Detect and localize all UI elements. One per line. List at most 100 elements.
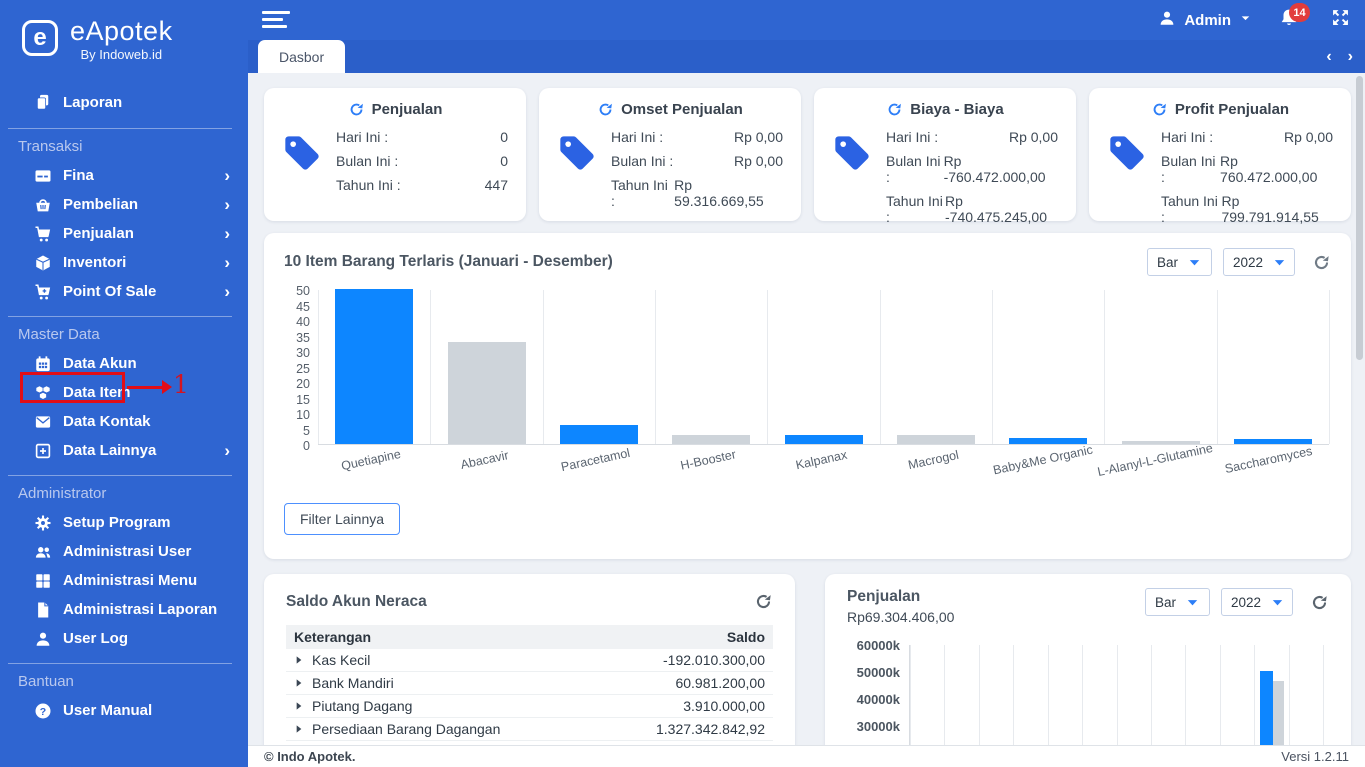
tab-strip: Dasbor ‹ › (248, 40, 1365, 73)
vertical-scrollbar[interactable] (1356, 76, 1363, 360)
sidebar-item-label: Administrasi User (63, 543, 192, 560)
table-row[interactable]: Bank Mandiri 60.981.200,00 (286, 671, 773, 695)
refresh-icon[interactable] (1151, 101, 1168, 118)
refresh-icon[interactable] (1312, 253, 1331, 272)
sidebar-item-label: Administrasi Menu (63, 572, 198, 589)
sidebar-item-laporan[interactable]: Laporan (0, 86, 248, 118)
chart-type-select[interactable]: Bar (1146, 248, 1212, 276)
fullscreen-icon[interactable] (1330, 7, 1351, 33)
sales-bar[interactable] (1273, 681, 1285, 745)
gridline (992, 290, 993, 444)
y-axis-tick: 30 (296, 346, 310, 360)
stat-row-value: 447 (484, 177, 508, 193)
bar-paracetamol[interactable] (559, 425, 638, 444)
expand-row-icon[interactable] (294, 652, 304, 668)
sidebar-divider (8, 663, 232, 664)
top-items-chart-panel: 10 Item Barang Terlaris (Januari - Desem… (264, 233, 1351, 559)
notifications-button[interactable]: 14 (1278, 3, 1310, 33)
chevron-right-icon: › (224, 252, 230, 272)
sidebar-item-penjualan[interactable]: Penjualan › (0, 219, 248, 248)
calendar-icon (34, 355, 52, 373)
stat-card-title: Profit Penjualan (1174, 101, 1290, 118)
caret-down-icon (1185, 595, 1200, 610)
sidebar-item-fina[interactable]: Fina › (0, 161, 248, 190)
sidebar-item-data-akun[interactable]: Data Akun (0, 349, 248, 378)
chart-type-select[interactable]: Bar (1144, 588, 1210, 616)
refresh-icon[interactable] (1310, 593, 1329, 612)
bar-abacavir[interactable] (447, 341, 526, 444)
bar-saccharomyces[interactable] (1233, 439, 1312, 444)
sidebar-item-data-kontak[interactable]: Data Kontak (0, 407, 248, 436)
caret-down-icon (1270, 595, 1285, 610)
penjualan-bar-chart: 60000k 50000k 40000k 30000k (847, 638, 1329, 745)
stat-row-value: Rp 799.791.914,55 (1221, 193, 1319, 225)
penjualan-title: Penjualan (847, 588, 921, 605)
sidebar-item-label: Data Lainnya (63, 442, 157, 459)
hamburger-menu-icon[interactable] (262, 11, 292, 32)
tag-icon (832, 129, 874, 225)
chevron-down-icon (1239, 12, 1252, 29)
expand-row-icon[interactable] (294, 675, 304, 691)
table-row[interactable]: Kas Kecil -192.010.300,00 (286, 649, 773, 672)
bar-l-alanyl-l-glutamine[interactable] (1121, 440, 1200, 444)
filter-button[interactable]: Filter Lainnya (284, 503, 401, 535)
sidebar-item-user-log[interactable]: User Log (0, 624, 248, 653)
cart-icon (34, 225, 52, 243)
expand-row-icon[interactable] (294, 698, 304, 714)
x-axis-label: H-Booster (679, 447, 738, 473)
year-select[interactable]: 2022 (1223, 248, 1295, 276)
sidebar-item-setup-program[interactable]: Setup Program (0, 508, 248, 537)
gear-icon (34, 514, 52, 532)
year-value: 2022 (1233, 254, 1264, 270)
sidebar-item-pembelian[interactable]: Pembelian › (0, 190, 248, 219)
tab-dasbor[interactable]: Dasbor (258, 40, 346, 73)
bar-quetiapine[interactable] (335, 289, 414, 444)
sidebar-item-point-of-sale[interactable]: Point Of Sale › (0, 277, 248, 306)
bar-macrogol[interactable] (896, 434, 975, 444)
user-menu[interactable]: Admin (1158, 9, 1252, 31)
sidebar-item-administrasi-laporan[interactable]: Administrasi Laporan (0, 595, 248, 624)
stat-card-title: Biaya - Biaya (910, 101, 1004, 118)
sales-bar[interactable] (1260, 670, 1274, 745)
version-text: Versi 1.2.11 (1281, 749, 1349, 764)
sidebar-item-data-item[interactable]: Data Item (0, 378, 248, 407)
refresh-icon[interactable] (754, 592, 773, 611)
app-name: eApotek (70, 16, 173, 46)
table-row[interactable]: Persediaan Barang Dagangan 1.327.342.842,… (286, 717, 773, 741)
x-axis-label: Paracetamol (559, 445, 632, 475)
cubes-icon (34, 384, 52, 402)
y-axis-tick: 10 (296, 408, 310, 422)
bar-baby-me-organic[interactable] (1009, 437, 1088, 444)
sidebar-item-data-lainnya[interactable]: Data Lainnya › (0, 436, 248, 465)
sidebar-divider (8, 475, 232, 476)
sidebar-item-label: Data Item (63, 384, 131, 401)
chevron-right-icon: › (224, 440, 230, 460)
stat-row-label: Hari Ini : (611, 129, 664, 145)
sidebar-item-label: Administrasi Laporan (63, 601, 218, 618)
stat-cards-row: Penjualan Hari Ini : 0 Bulan Ini : 0 Tahun In… (264, 88, 1351, 225)
gridline (978, 645, 980, 745)
table-row[interactable]: Piutang Dagang 3.910.000,00 (286, 694, 773, 718)
cart-plus-icon (34, 283, 52, 301)
chevron-right-icon: › (224, 194, 230, 214)
brand[interactable]: e eApotek By Indoweb.id (0, 0, 248, 76)
year-select[interactable]: 2022 (1221, 588, 1293, 616)
x-axis-label: Macrogol (906, 447, 960, 473)
tab-scroll-left-icon[interactable]: ‹ (1326, 48, 1331, 66)
question-icon: ? (34, 702, 52, 720)
tab-scroll-right-icon[interactable]: › (1348, 48, 1353, 66)
refresh-icon[interactable] (348, 101, 365, 118)
refresh-icon[interactable] (597, 101, 614, 118)
sidebar-item-user-manual[interactable]: ? User Manual (0, 696, 248, 725)
sidebar-item-administrasi-menu[interactable]: Administrasi Menu (0, 566, 248, 595)
bar-h-booster[interactable] (672, 434, 751, 444)
sidebar-item-inventori[interactable]: Inventori › (0, 248, 248, 277)
y-axis-tick: 50000k (856, 665, 900, 680)
sidebar-item-administrasi-user[interactable]: Administrasi User (0, 537, 248, 566)
copyright-text: © Indo Apotek. (264, 749, 356, 764)
expand-row-icon[interactable] (294, 721, 304, 737)
sidebar-section-label: Transaksi (18, 138, 83, 155)
refresh-icon[interactable] (886, 101, 903, 118)
y-axis-tick: 40000k (856, 692, 900, 707)
bar-kalpanax[interactable] (784, 434, 863, 444)
